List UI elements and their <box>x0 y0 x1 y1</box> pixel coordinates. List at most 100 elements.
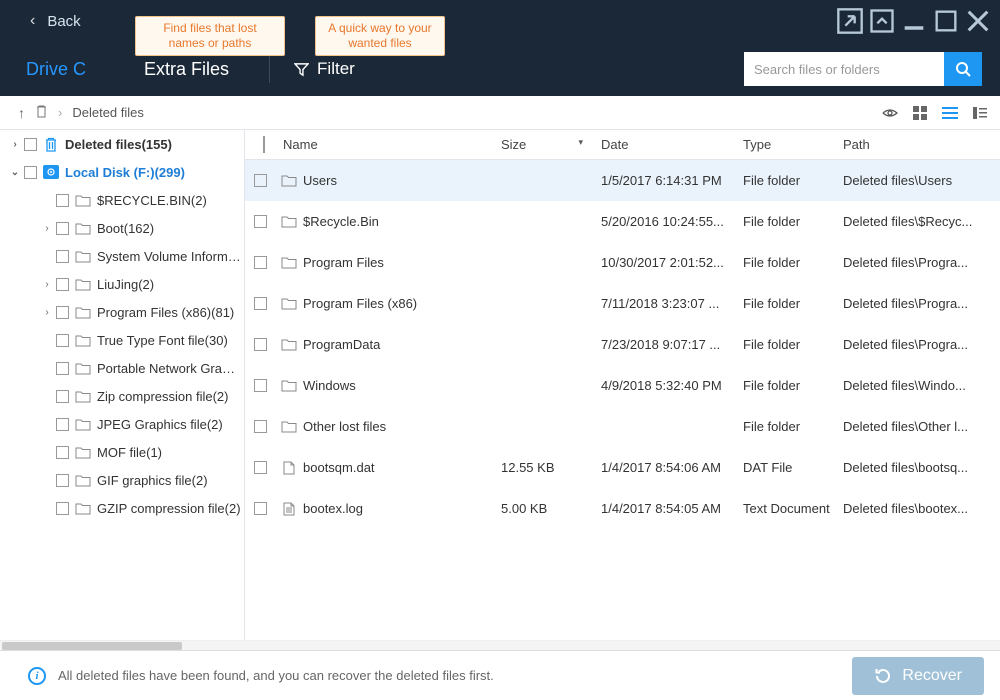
window-option-icon[interactable] <box>868 10 896 32</box>
tree-deleted-files[interactable]: › Deleted files(155) <box>0 130 244 158</box>
file-icon <box>281 502 297 516</box>
chevron-icon[interactable]: › <box>40 223 54 234</box>
tree-checkbox[interactable] <box>56 278 69 291</box>
tree-checkbox[interactable] <box>56 502 69 515</box>
header-checkbox[interactable] <box>263 136 265 153</box>
filter-button[interactable]: Filter <box>294 59 355 79</box>
row-checkbox[interactable] <box>254 502 267 515</box>
tree-checkbox[interactable] <box>24 138 37 151</box>
file-icon <box>281 461 297 475</box>
tree-item[interactable]: Zip compression file(2) <box>0 382 244 410</box>
table-row[interactable]: Users1/5/2017 6:14:31 PMFile folderDelet… <box>245 160 1000 201</box>
table-row[interactable]: bootex.log5.00 KB1/4/2017 8:54:05 AMText… <box>245 488 1000 529</box>
folder-icon <box>75 305 91 319</box>
tree-checkbox[interactable] <box>56 306 69 319</box>
tree-checkbox[interactable] <box>56 362 69 375</box>
chevron-down-icon[interactable]: ⌄ <box>8 167 22 178</box>
file-type: File folder <box>735 337 835 352</box>
row-checkbox[interactable] <box>254 420 267 433</box>
folder-tree: › Deleted files(155) ⌄ Local Disk (F:)(2… <box>0 130 245 640</box>
view-preview-icon[interactable] <box>882 105 898 121</box>
col-size[interactable]: Size▾ <box>493 137 593 152</box>
tree-item[interactable]: $RECYCLE.BIN(2) <box>0 186 244 214</box>
back-chevron-icon[interactable]: ‹ <box>30 12 35 30</box>
back-button[interactable]: Back <box>47 13 80 30</box>
file-path: Deleted files\bootsq... <box>835 460 1000 475</box>
row-checkbox[interactable] <box>254 297 267 310</box>
window-close-icon[interactable] <box>964 10 992 32</box>
tree-checkbox[interactable] <box>56 474 69 487</box>
tree-item[interactable]: System Volume Information <box>0 242 244 270</box>
row-checkbox[interactable] <box>254 174 267 187</box>
folder-icon <box>75 361 91 375</box>
view-list-icon[interactable] <box>942 105 958 121</box>
table-row[interactable]: Windows4/9/2018 5:32:40 PMFile folderDel… <box>245 365 1000 406</box>
tree-checkbox[interactable] <box>56 334 69 347</box>
tree-item[interactable]: JPEG Graphics file(2) <box>0 410 244 438</box>
table-row[interactable]: Other lost filesFile folderDeleted files… <box>245 406 1000 447</box>
search-button[interactable] <box>944 52 982 86</box>
tab-drive-c[interactable]: Drive C <box>18 47 94 92</box>
row-checkbox[interactable] <box>254 256 267 269</box>
table-row[interactable]: ProgramData7/23/2018 9:07:17 ...File fol… <box>245 324 1000 365</box>
col-path[interactable]: Path <box>835 137 1000 152</box>
tree-item[interactable]: › Boot(162) <box>0 214 244 242</box>
window-popout-icon[interactable] <box>836 10 864 32</box>
col-name[interactable]: Name <box>275 137 493 152</box>
tree-item[interactable]: GIF graphics file(2) <box>0 466 244 494</box>
search-input[interactable] <box>744 52 944 86</box>
tree-checkbox[interactable] <box>56 194 69 207</box>
row-checkbox[interactable] <box>254 461 267 474</box>
folder-icon <box>75 473 91 487</box>
table-row[interactable]: Program Files (x86)7/11/2018 3:23:07 ...… <box>245 283 1000 324</box>
col-date[interactable]: Date <box>593 137 735 152</box>
row-checkbox[interactable] <box>254 215 267 228</box>
up-arrow-icon[interactable]: ↑ <box>18 105 25 121</box>
window-maximize-icon[interactable] <box>932 10 960 32</box>
tree-item[interactable]: GZIP compression file(2) <box>0 494 244 522</box>
tree-checkbox[interactable] <box>56 250 69 263</box>
file-date: 4/9/2018 5:32:40 PM <box>593 378 735 393</box>
folder-icon <box>75 501 91 515</box>
tree-checkbox[interactable] <box>56 446 69 459</box>
file-date: 5/20/2016 10:24:55... <box>593 214 735 229</box>
trash-icon[interactable] <box>35 104 48 121</box>
recover-label: Recover <box>902 667 962 685</box>
tree-checkbox[interactable] <box>56 390 69 403</box>
file-type: File folder <box>735 378 835 393</box>
file-date: 7/23/2018 9:07:17 ... <box>593 337 735 352</box>
tree-label: Boot(162) <box>97 221 154 236</box>
chevron-right-icon[interactable]: › <box>8 139 22 150</box>
table-row[interactable]: $Recycle.Bin5/20/2016 10:24:55...File fo… <box>245 201 1000 242</box>
h-scrollbar-thumb[interactable] <box>2 642 182 650</box>
h-scrollbar[interactable] <box>0 640 1000 650</box>
tree-label: $RECYCLE.BIN(2) <box>97 193 207 208</box>
tree-item[interactable]: MOF file(1) <box>0 438 244 466</box>
tree-local-disk[interactable]: ⌄ Local Disk (F:)(299) <box>0 158 244 186</box>
tree-item[interactable]: ›Program Files (x86)(81) <box>0 298 244 326</box>
tree-checkbox[interactable] <box>56 222 69 235</box>
tree-item[interactable]: Portable Network Graphics <box>0 354 244 382</box>
tree-item[interactable]: True Type Font file(30) <box>0 326 244 354</box>
window-minimize-icon[interactable] <box>900 10 928 32</box>
tree-checkbox[interactable] <box>56 418 69 431</box>
tab-extra-files[interactable]: Extra Files <box>144 51 229 88</box>
folder-icon <box>281 297 297 311</box>
filter-icon <box>294 62 309 77</box>
row-checkbox[interactable] <box>254 338 267 351</box>
file-size: 5.00 KB <box>493 501 593 516</box>
chevron-icon[interactable]: › <box>40 279 54 290</box>
sort-desc-icon: ▾ <box>578 137 583 148</box>
row-checkbox[interactable] <box>254 379 267 392</box>
col-type[interactable]: Type <box>735 137 835 152</box>
table-row[interactable]: Program Files10/30/2017 2:01:52...File f… <box>245 242 1000 283</box>
breadcrumb-current[interactable]: Deleted files <box>72 105 144 120</box>
table-row[interactable]: bootsqm.dat12.55 KB1/4/2017 8:54:06 AMDA… <box>245 447 1000 488</box>
view-grid-icon[interactable] <box>912 105 928 121</box>
folder-icon <box>281 338 297 352</box>
chevron-icon[interactable]: › <box>40 307 54 318</box>
tree-item[interactable]: ›LiuJing(2) <box>0 270 244 298</box>
recover-button[interactable]: Recover <box>852 657 984 695</box>
tree-checkbox[interactable] <box>24 166 37 179</box>
view-detail-icon[interactable] <box>972 105 988 121</box>
